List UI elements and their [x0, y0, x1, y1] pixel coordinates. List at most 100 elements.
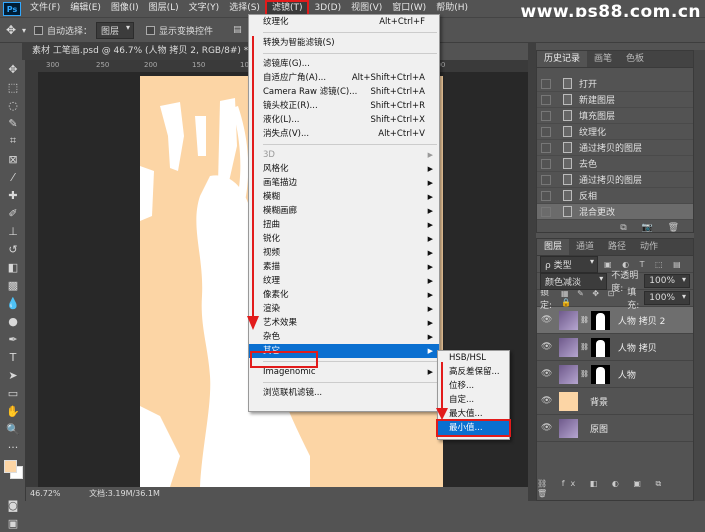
tab-swatches[interactable]: 色板: [619, 51, 651, 67]
marquee-icon[interactable]: ⬚: [0, 78, 26, 96]
opacity-input[interactable]: 100%: [644, 274, 690, 288]
layer-row[interactable]: 👁 原图: [537, 415, 693, 442]
zoom-icon[interactable]: 🔍: [0, 420, 26, 438]
lock-icons[interactable]: ▦ ✎ ✥ ⊡ 🔒: [561, 289, 621, 307]
filter-menu-item[interactable]: 液化(L)... Shift+Ctrl+X: [249, 113, 439, 127]
layer-row[interactable]: 👁 ⛓ 人物 拷贝: [537, 334, 693, 361]
layer-row[interactable]: 👁 ⛓ 人物 拷贝 2: [537, 307, 693, 334]
visibility-eye-icon[interactable]: 👁: [541, 396, 553, 406]
menu-layer[interactable]: 图层(L): [144, 0, 184, 17]
layer-mask-thumbnail[interactable]: [590, 364, 610, 384]
snapshot-checkbox[interactable]: [541, 174, 551, 185]
layer-mask-thumbnail[interactable]: [590, 310, 610, 330]
history-item[interactable]: 通过拷贝的图层: [537, 172, 693, 188]
snapshot-checkbox[interactable]: [541, 126, 551, 137]
visibility-eye-icon[interactable]: 👁: [541, 423, 553, 433]
snapshot-checkbox[interactable]: [541, 158, 551, 169]
tool-preset-arrow-icon[interactable]: ▾: [22, 26, 26, 35]
color-swatches[interactable]: [0, 456, 25, 496]
filter-menu-item[interactable]: 纹理化 Alt+Ctrl+F: [249, 15, 439, 29]
history-item[interactable]: 纹理化: [537, 124, 693, 140]
submenu-item-minimum[interactable]: 最小值...: [436, 419, 511, 437]
menu-file[interactable]: 文件(F): [25, 0, 65, 17]
filter-menu-item[interactable]: 滤镜库(G)...: [249, 57, 439, 71]
tab-channels[interactable]: 通道: [569, 239, 601, 255]
foreground-color[interactable]: [4, 460, 17, 473]
crop-icon[interactable]: ⌗: [0, 132, 26, 150]
zoom-readout[interactable]: 46.72%: [30, 489, 61, 498]
more-tools-icon[interactable]: ···: [0, 438, 26, 456]
filter-menu-item[interactable]: 浏览联机滤镜...: [249, 386, 439, 400]
filter-menu-item[interactable]: 纹理 ▶: [249, 274, 439, 288]
filter-menu-item[interactable]: 转换为智能滤镜(S): [249, 36, 439, 50]
filter-menu-item[interactable]: 风格化 ▶: [249, 162, 439, 176]
pen-icon[interactable]: ✒: [0, 330, 26, 348]
tab-paths[interactable]: 路径: [601, 239, 633, 255]
shape-icon[interactable]: ▭: [0, 384, 26, 402]
filter-menu-item[interactable]: 镜头校正(R)... Shift+Ctrl+R: [249, 99, 439, 113]
snapshot-checkbox[interactable]: [541, 142, 551, 153]
eraser-icon[interactable]: ◧: [0, 258, 26, 276]
fill-input[interactable]: 100%: [644, 291, 690, 305]
visibility-eye-icon[interactable]: 👁: [541, 342, 553, 352]
photoshop-logo[interactable]: Ps: [3, 1, 21, 16]
chain-link-icon[interactable]: ⛓: [580, 316, 589, 324]
history-item[interactable]: 通过拷贝的图层: [537, 140, 693, 156]
tab-actions[interactable]: 动作: [633, 239, 665, 255]
snapshot-checkbox[interactable]: [541, 110, 551, 121]
layer-kind-filter[interactable]: ρ 类型: [540, 255, 598, 273]
brush-icon[interactable]: ✐: [0, 204, 26, 222]
filter-menu-item[interactable]: 视频 ▶: [249, 246, 439, 260]
chain-link-icon[interactable]: ⛓: [580, 370, 589, 378]
layers-footer-icons[interactable]: ⛓ fx ◧ ◐ ▣ ⧉ 🗑: [537, 479, 687, 498]
screen-mode-icon[interactable]: ▣: [0, 514, 26, 532]
panel-scrollbar[interactable]: [694, 50, 705, 501]
frame-icon[interactable]: ⊠: [0, 150, 26, 168]
filter-menu-item[interactable]: 画笔描边 ▶: [249, 176, 439, 190]
tab-history[interactable]: 历史记录: [537, 51, 588, 67]
layer-mask-thumbnail[interactable]: [590, 337, 610, 357]
blend-mode-select[interactable]: 颜色减淡: [540, 272, 608, 290]
type-icon[interactable]: T: [0, 348, 26, 366]
snapshot-checkbox[interactable]: [541, 206, 551, 217]
history-item[interactable]: 去色: [537, 156, 693, 172]
snapshot-checkbox[interactable]: [541, 190, 551, 201]
tab-brushes[interactable]: 画笔: [587, 51, 619, 67]
filter-menu-item[interactable]: Camera Raw 滤镜(C)... Shift+Ctrl+A: [249, 85, 439, 99]
document-tab[interactable]: 素材 工笔画.psd @ 46.7% (人物 拷贝 2, RGB/8#) *: [22, 43, 252, 60]
visibility-eye-icon[interactable]: 👁: [541, 315, 553, 325]
history-brush-icon[interactable]: ↺: [0, 240, 26, 258]
filter-menu-item[interactable]: 扭曲 ▶: [249, 218, 439, 232]
filter-menu-item[interactable]: 模糊 ▶: [249, 190, 439, 204]
filter-menu-item[interactable]: 消失点(V)... Alt+Ctrl+V: [249, 127, 439, 141]
filter-menu-item[interactable]: 素描 ▶: [249, 260, 439, 274]
filter-menu-item[interactable]: 像素化 ▶: [249, 288, 439, 302]
hand-icon[interactable]: ✋: [0, 402, 26, 420]
filter-menu-item[interactable]: 模糊画廊 ▶: [249, 204, 439, 218]
move-icon[interactable]: ✥: [0, 60, 26, 78]
history-item[interactable]: 新建图层: [537, 92, 693, 108]
quick-select-icon[interactable]: ✎: [0, 114, 26, 132]
chain-link-icon[interactable]: ⛓: [580, 343, 589, 351]
filter-menu-item[interactable]: 杂色 ▶: [249, 330, 439, 344]
snapshot-checkbox[interactable]: [541, 94, 551, 105]
menu-image[interactable]: 图像(I): [106, 0, 144, 17]
filter-menu-item[interactable]: 锐化 ▶: [249, 232, 439, 246]
filter-menu-item[interactable]: 渲染 ▶: [249, 302, 439, 316]
menu-edit[interactable]: 编辑(E): [65, 0, 106, 17]
stamp-icon[interactable]: ⊥: [0, 222, 26, 240]
layer-row[interactable]: 👁 背景: [537, 388, 693, 415]
lasso-icon[interactable]: ◌: [0, 96, 26, 114]
tab-layers[interactable]: 图层: [537, 239, 570, 255]
healing-icon[interactable]: ✚: [0, 186, 26, 204]
dodge-icon[interactable]: ●: [0, 312, 26, 330]
history-item[interactable]: 填充图层: [537, 108, 693, 124]
show-transform-checkbox[interactable]: [146, 25, 156, 35]
history-footer-icons[interactable]: ⧉ 📷 🗑: [537, 220, 693, 233]
gradient-icon[interactable]: ▩: [0, 276, 26, 294]
filter-menu-item[interactable]: 自适应广角(A)... Alt+Shift+Ctrl+A: [249, 71, 439, 85]
visibility-eye-icon[interactable]: 👁: [541, 369, 553, 379]
history-item[interactable]: 反相: [537, 188, 693, 204]
menu-type[interactable]: 文字(Y): [184, 0, 225, 17]
snapshot-checkbox[interactable]: [541, 78, 551, 89]
